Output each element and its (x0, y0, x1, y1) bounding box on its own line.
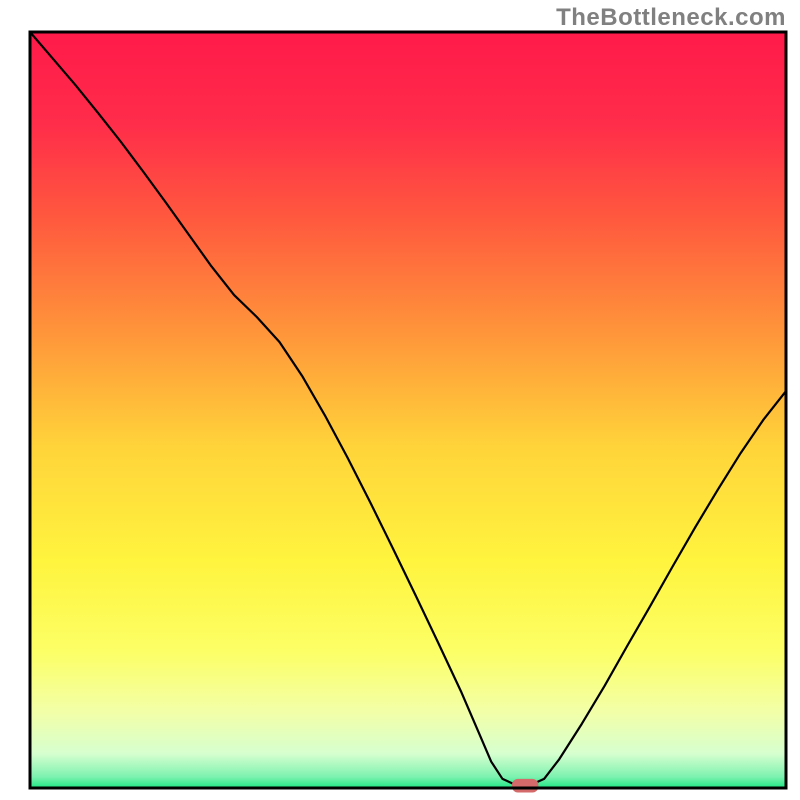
chart-container: TheBottleneck.com (0, 0, 800, 800)
plot-background (30, 32, 786, 788)
optimal-marker (512, 779, 538, 793)
bottleneck-chart (0, 0, 800, 800)
